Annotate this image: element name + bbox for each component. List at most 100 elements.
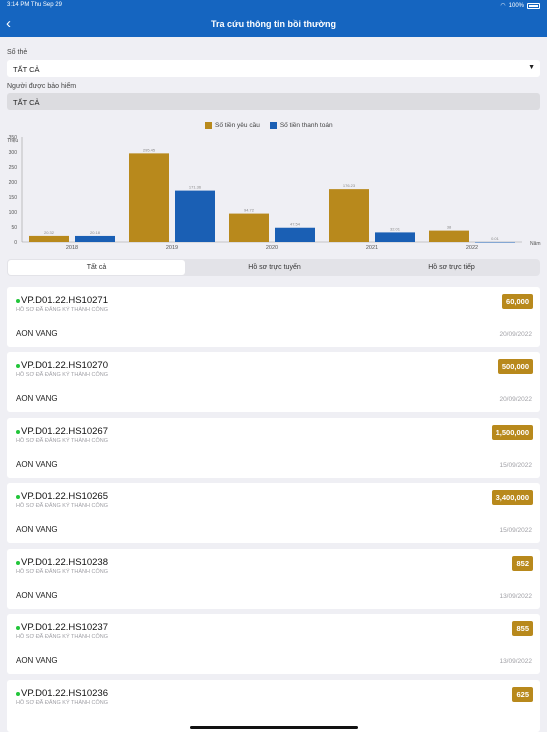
- claim-amount-badge: 625: [512, 687, 533, 702]
- claim-card[interactable]: VP.D01.22.HS10267 HỒ SƠ ĐÃ ĐĂNG KÝ THÀNH…: [7, 418, 540, 478]
- claim-date: 20/09/2022: [499, 396, 532, 403]
- claim-code: VP.D01.22.HS10270: [21, 360, 108, 371]
- bar-payment: [75, 235, 115, 242]
- y-tick-label: 150: [9, 195, 18, 201]
- battery-level: 100%: [508, 2, 524, 9]
- bar-value-label: 38: [447, 225, 452, 230]
- claim-status: HỒ SƠ ĐÃ ĐĂNG KÝ THÀNH CÔNG: [16, 634, 109, 640]
- insured-person-value: TẤT CẢ: [13, 98, 40, 107]
- battery-icon: [527, 2, 540, 9]
- x-tick-label: 2018: [66, 245, 78, 251]
- claim-code: VP.D01.22.HS10265: [21, 491, 108, 502]
- claim-insured-name: AON VANG: [16, 656, 58, 665]
- status-bar: 3:14 PM Thu Sep 29 ◠ 100%: [0, 0, 547, 12]
- claim-card[interactable]: VP.D01.22.HS10270 HỒ SƠ ĐÃ ĐĂNG KÝ THÀNH…: [7, 352, 540, 412]
- bar-value-label: 171.36: [189, 185, 202, 190]
- claim-amount-badge: 60,000: [502, 294, 533, 309]
- claim-status: HỒ SƠ ĐÃ ĐĂNG KÝ THÀNH CÔNG: [16, 372, 109, 378]
- card-number-label: Số thẻ: [7, 49, 28, 56]
- card-number-select[interactable]: TẤT CẢ ▼: [7, 60, 540, 77]
- y-tick-label: 100: [9, 210, 18, 216]
- status-dot: [16, 495, 20, 499]
- claim-status: HỒ SƠ ĐÃ ĐĂNG KÝ THÀNH CÔNG: [16, 700, 109, 706]
- bar-value-label: 94.72: [244, 208, 255, 213]
- claim-insured-name: AON VANG: [16, 591, 58, 600]
- x-tick-label: 2022: [466, 245, 478, 251]
- status-time: 3:14 PM Thu Sep 29: [7, 2, 62, 8]
- claim-insured-name: AON VANG: [16, 460, 58, 469]
- y-tick-label: 300: [9, 150, 18, 156]
- bar-value-label: 0.01: [491, 236, 500, 241]
- bar-value-label: 295.45: [143, 147, 156, 152]
- page-title: Tra cứu thông tin bồi thường: [211, 19, 336, 29]
- y-tick-label: 50: [11, 225, 17, 231]
- claim-status: HỒ SƠ ĐÃ ĐĂNG KÝ THÀNH CÔNG: [16, 307, 109, 313]
- claim-amount-badge: 1,500,000: [491, 425, 533, 440]
- claim-date: 20/09/2022: [499, 331, 532, 338]
- claim-card[interactable]: VP.D01.22.HS10271 HỒ SƠ ĐÃ ĐĂNG KÝ THÀNH…: [7, 287, 540, 347]
- bar-payment: [475, 241, 515, 243]
- claim-date: 15/09/2022: [499, 527, 532, 534]
- status-dot: [16, 430, 20, 434]
- claim-insured-name: AON VANG: [16, 329, 58, 338]
- tab-online[interactable]: Hồ sơ trực tuyến: [186, 259, 363, 276]
- claim-card[interactable]: VP.D01.22.HS10237 HỒ SƠ ĐÃ ĐĂNG KÝ THÀNH…: [7, 614, 540, 674]
- tab-all[interactable]: Tất cả: [8, 260, 185, 275]
- y-tick-label: 350: [9, 135, 18, 141]
- bar-value-label: 20.18: [90, 230, 101, 235]
- status-dot: [16, 364, 20, 368]
- bar-request: [329, 189, 369, 242]
- claim-status: HỒ SƠ ĐÃ ĐĂNG KÝ THÀNH CÔNG: [16, 569, 109, 575]
- claim-card[interactable]: VP.D01.22.HS10236 HỒ SƠ ĐÃ ĐĂNG KÝ THÀNH…: [7, 680, 540, 732]
- claim-status: HỒ SƠ ĐÃ ĐĂNG KÝ THÀNH CÔNG: [16, 438, 109, 444]
- claim-code: VP.D01.22.HS10238: [21, 557, 108, 568]
- y-tick-label: 250: [9, 165, 18, 171]
- claim-date: 13/09/2022: [499, 593, 532, 600]
- nav-bar: ‹ Tra cứu thông tin bồi thường: [0, 12, 547, 37]
- card-number-value: TẤT CẢ: [13, 65, 40, 74]
- x-tick-label: 2021: [366, 245, 378, 251]
- y-tick-label: 0: [14, 240, 17, 246]
- x-axis-label: Năm: [530, 241, 541, 247]
- claim-amount-badge: 852: [512, 556, 533, 571]
- x-tick-label: 2020: [266, 245, 278, 251]
- status-dot: [16, 692, 20, 696]
- status-dot: [16, 561, 20, 565]
- claim-code: VP.D01.22.HS10271: [21, 295, 108, 306]
- bar-payment: [175, 190, 215, 242]
- bar-value-label: 176.23: [343, 183, 356, 188]
- claim-code: VP.D01.22.HS10267: [21, 426, 108, 437]
- claim-card[interactable]: VP.D01.22.HS10238 HỒ SƠ ĐÃ ĐĂNG KÝ THÀNH…: [7, 549, 540, 609]
- status-dot: [16, 626, 20, 630]
- home-indicator: [190, 726, 358, 729]
- status-right: ◠ 100%: [500, 2, 540, 9]
- tab-direct[interactable]: Hồ sơ trực tiếp: [363, 259, 540, 276]
- claim-date: 15/09/2022: [499, 462, 532, 469]
- bar-value-label: 20.32: [44, 230, 55, 235]
- bar-value-label: 47.54: [290, 222, 301, 227]
- claim-insured-name: AON VANG: [16, 394, 58, 403]
- y-tick-label: 200: [9, 180, 18, 186]
- claim-status: HỒ SƠ ĐÃ ĐĂNG KÝ THÀNH CÔNG: [16, 503, 109, 509]
- insured-person-label: Người được bảo hiểm: [7, 83, 77, 90]
- claim-date: 13/09/2022: [499, 658, 532, 665]
- bar-payment: [375, 232, 415, 242]
- wifi-icon: ◠: [500, 3, 506, 9]
- bar-request: [29, 235, 69, 242]
- claim-code: VP.D01.22.HS10237: [21, 622, 108, 633]
- claim-card[interactable]: VP.D01.22.HS10265 HỒ SƠ ĐÃ ĐĂNG KÝ THÀNH…: [7, 483, 540, 543]
- x-tick-label: 2019: [166, 245, 178, 251]
- claim-amount-badge: 500,000: [497, 359, 533, 374]
- claim-code: VP.D01.22.HS10236: [21, 688, 108, 699]
- bar-request: [129, 153, 169, 242]
- bar-value-label: 32.01: [390, 226, 401, 231]
- bar-request: [429, 230, 469, 242]
- status-dot: [16, 299, 20, 303]
- caret-down-icon: ▼: [528, 64, 535, 71]
- bar-payment: [275, 227, 315, 242]
- claim-amount-badge: 3,400,000: [491, 490, 533, 505]
- claim-insured-name: AON VANG: [16, 525, 58, 534]
- claim-amount-badge: 855: [512, 621, 533, 636]
- insured-person-field: TẤT CẢ: [7, 93, 540, 110]
- claims-bar-chart: Triệu050100150200250300350Năm20.32 20.182…: [7, 135, 541, 251]
